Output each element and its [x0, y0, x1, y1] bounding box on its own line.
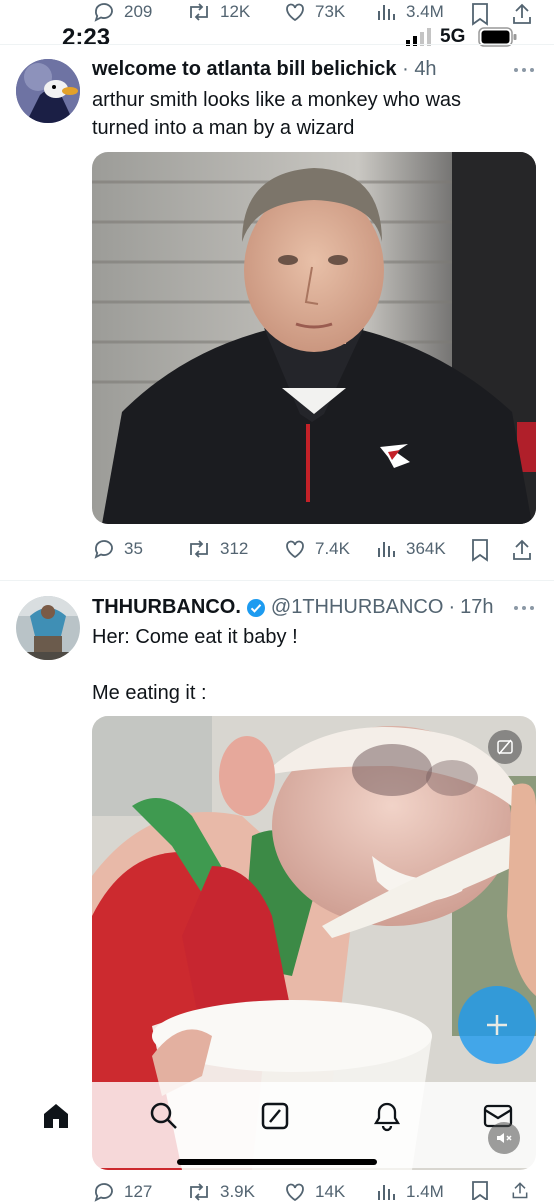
compose-icon [487, 1015, 507, 1035]
reply-icon [94, 3, 113, 22]
home-indicator [177, 1159, 377, 1165]
tweet-header: THHURBANCO. @1THHURBANCO · 17h [92, 596, 494, 619]
author-handle[interactable]: @1THHURBANCO [271, 596, 444, 619]
share-icon[interactable] [510, 2, 534, 26]
repost-action[interactable]: 312 [186, 537, 248, 561]
reply-count: 35 [124, 539, 143, 558]
avatar-image [16, 596, 80, 660]
views-action[interactable]: 364K [376, 537, 446, 561]
divider [0, 580, 554, 581]
top-views-action[interactable]: 3.4M [376, 0, 444, 24]
search-icon[interactable] [148, 1100, 180, 1132]
bookmark-icon[interactable] [470, 1180, 490, 1200]
top-like-count: 73K [315, 2, 346, 21]
reply-icon [94, 540, 113, 559]
views-icon [378, 1185, 395, 1200]
share-icon[interactable] [510, 1180, 530, 1200]
top-repost-action[interactable]: 12K [186, 0, 250, 24]
top-reply-action[interactable]: 209 [92, 0, 152, 24]
repost-icon [190, 3, 208, 21]
tweet-image[interactable] [92, 152, 536, 524]
reply-count: 127 [124, 1182, 153, 1201]
reply-action[interactable]: 127 [92, 1180, 152, 1204]
mute-button[interactable] [488, 1122, 520, 1154]
like-action[interactable]: 14K [283, 1180, 345, 1204]
avatar-image [16, 59, 80, 123]
top-like-action[interactable]: 73K [283, 0, 345, 24]
repost-count: 3.9K [220, 1182, 255, 1201]
avatar[interactable] [16, 59, 80, 123]
compose-button[interactable] [458, 986, 536, 1064]
bookmark-icon[interactable] [470, 538, 490, 562]
like-icon [286, 3, 304, 22]
tweet-header: welcome to atlanta bill belichick · 4h [92, 58, 437, 80]
tweet-text: arthur smith looks like a monkey who was… [92, 89, 462, 139]
views-count: 1.4M [406, 1182, 444, 1201]
repost-action[interactable]: 3.9K [186, 1180, 255, 1204]
more-icon[interactable] [512, 604, 536, 612]
share-icon[interactable] [510, 538, 534, 562]
tweet-text-line-2: Me eating it : [92, 682, 207, 704]
gif-alt-icon [497, 739, 513, 755]
repost-icon [190, 1183, 208, 1201]
like-action[interactable]: 7.4K [283, 537, 350, 561]
views-action[interactable]: 1.4M [376, 1180, 444, 1204]
reply-icon [94, 1183, 113, 1202]
reply-action[interactable]: 35 [92, 537, 143, 561]
like-icon [286, 540, 304, 559]
tweet-time: 4h [414, 58, 437, 80]
views-icon [378, 5, 395, 20]
notifications-icon[interactable] [371, 1100, 403, 1132]
top-views-count: 3.4M [406, 2, 444, 21]
views-icon [378, 542, 395, 557]
gif-alt-button[interactable] [488, 730, 522, 764]
repost-count: 312 [220, 539, 249, 558]
like-count: 7.4K [315, 539, 350, 558]
tweet-text-line-1: Her: Come eat it baby ! [92, 626, 298, 648]
mute-icon [497, 1133, 512, 1143]
like-icon [286, 1183, 304, 1202]
verified-icon [246, 598, 265, 617]
author-name[interactable]: THHURBANCO. [92, 596, 241, 619]
grok-icon[interactable] [259, 1100, 291, 1132]
divider [0, 44, 554, 45]
top-repost-count: 12K [220, 2, 251, 21]
avatar[interactable] [16, 596, 80, 660]
bookmark-icon[interactable] [470, 2, 490, 26]
more-icon[interactable] [512, 66, 536, 74]
repost-icon [190, 540, 208, 558]
top-reply-count: 209 [124, 2, 153, 21]
man-portrait-image [92, 152, 536, 524]
like-count: 14K [315, 1182, 346, 1201]
home-icon[interactable] [40, 1100, 72, 1132]
status-time: 2:23 [62, 24, 111, 51]
views-count: 364K [406, 539, 446, 558]
author-name[interactable]: welcome to atlanta bill belichick [92, 58, 397, 80]
tweet-time: 17h [460, 596, 494, 618]
